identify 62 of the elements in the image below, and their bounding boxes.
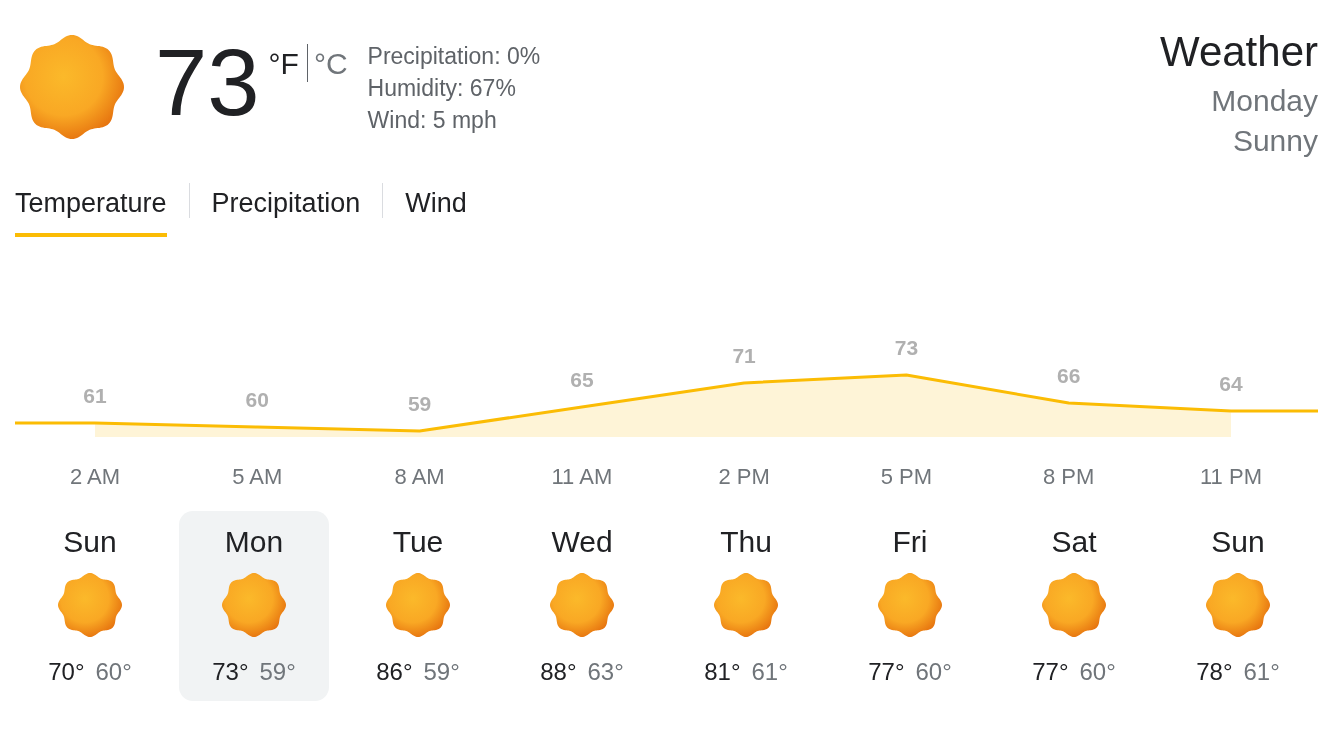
time-label: 8 AM bbox=[394, 464, 445, 489]
sun-icon bbox=[20, 35, 124, 139]
current-temperature: 73 bbox=[155, 36, 260, 130]
data-label: 64 bbox=[1219, 372, 1243, 395]
time-label: 5 PM bbox=[880, 464, 933, 489]
day-name: Sun bbox=[63, 526, 117, 558]
data-label: 66 bbox=[1057, 364, 1081, 387]
data-label: 71 bbox=[732, 344, 756, 367]
unit-toggle[interactable]: °C bbox=[313, 49, 348, 79]
time-label: 11 PM bbox=[1200, 464, 1262, 489]
forecast-day[interactable]: Mon 73° 59° bbox=[179, 511, 329, 701]
day-name: Mon bbox=[224, 526, 284, 558]
low-temperature: 60° bbox=[1079, 658, 1116, 686]
low-temperature: 59° bbox=[259, 658, 296, 686]
low-temperature: 61° bbox=[1243, 658, 1280, 686]
sun-icon bbox=[58, 573, 122, 637]
sun-icon bbox=[222, 573, 286, 637]
chart-tab[interactable]: Precipitation bbox=[211, 188, 361, 237]
day-name: Thu bbox=[720, 526, 772, 558]
data-label: 60 bbox=[245, 388, 269, 411]
time-label: 2 AM bbox=[69, 464, 121, 489]
day-label: Monday bbox=[1211, 83, 1318, 119]
time-label: 5 AM bbox=[232, 464, 283, 489]
day-name: Sun bbox=[1211, 526, 1265, 558]
time-label: 8 PM bbox=[1043, 464, 1095, 489]
day-name: Wed bbox=[551, 526, 613, 558]
high-temperature: 77° bbox=[1032, 658, 1069, 686]
day-name: Sat bbox=[1051, 526, 1097, 558]
high-temperature: 88° bbox=[540, 658, 577, 686]
sun-icon bbox=[714, 573, 778, 637]
chart-tab[interactable]: Temperature bbox=[15, 188, 167, 237]
low-temperature: 59° bbox=[423, 658, 460, 686]
time-label: 2 PM bbox=[718, 464, 770, 489]
day-name: Fri bbox=[892, 526, 928, 558]
low-temperature: 63° bbox=[587, 658, 624, 686]
high-temperature: 86° bbox=[376, 658, 413, 686]
low-temperature: 60° bbox=[915, 658, 952, 686]
chart-tab[interactable]: Wind bbox=[405, 188, 467, 237]
high-temperature: 77° bbox=[868, 658, 905, 686]
high-temperature: 70° bbox=[48, 658, 85, 686]
data-label: 61 bbox=[83, 384, 107, 407]
high-temperature: 81° bbox=[704, 658, 741, 686]
weather-detail: Wind: 5 mph bbox=[367, 106, 498, 135]
sun-icon bbox=[878, 573, 942, 637]
high-temperature: 78° bbox=[1196, 658, 1233, 686]
high-temperature: 73° bbox=[212, 658, 249, 686]
sun-icon bbox=[1042, 573, 1106, 637]
sun-icon bbox=[550, 573, 614, 637]
data-label: 65 bbox=[570, 368, 594, 391]
time-label: 11 AM bbox=[551, 464, 613, 489]
weather-detail: Precipitation: 0% bbox=[367, 42, 541, 71]
sun-icon bbox=[1206, 573, 1270, 637]
sun-icon bbox=[386, 573, 450, 637]
data-label: 73 bbox=[894, 336, 919, 359]
condition-label: Sunny bbox=[1232, 123, 1318, 159]
low-temperature: 60° bbox=[95, 658, 132, 686]
weather-detail: Humidity: 67% bbox=[367, 74, 517, 103]
day-name: Tue bbox=[392, 526, 444, 558]
unit-toggle[interactable]: °F bbox=[268, 49, 299, 79]
low-temperature: 61° bbox=[751, 658, 788, 686]
data-label: 59 bbox=[407, 392, 432, 415]
widget-title: Weather bbox=[1160, 28, 1318, 76]
